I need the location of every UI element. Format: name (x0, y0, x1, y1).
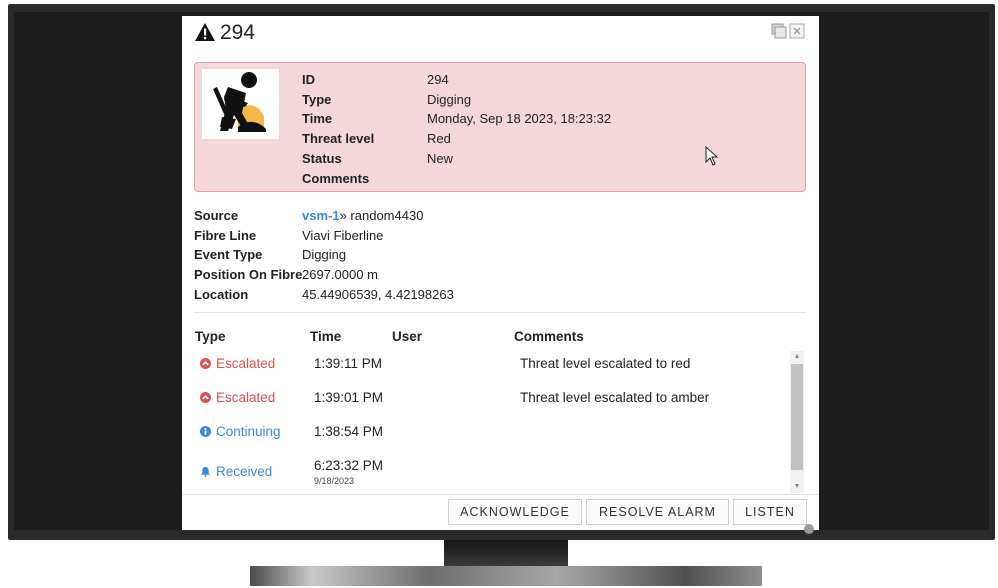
alarm-type-row: Type Digging (302, 90, 611, 110)
alarm-summary: ID 294 Type Digging Time Monday, Sep 18 … (194, 62, 806, 192)
detail-label: Source (194, 208, 239, 223)
log-type: Continuing (200, 424, 281, 439)
event-log-list[interactable]: Escalated 1:39:11 PM Threat level escala… (194, 351, 789, 493)
log-type: Escalated (200, 356, 275, 371)
log-time: 1:39:01 PM (314, 390, 384, 405)
alarm-threat-row: Threat level Red (302, 129, 611, 149)
alarm-info: ID 294 Type Digging Time Monday, Sep 18 … (302, 70, 611, 188)
field-value: New (427, 150, 454, 166)
field-value: Monday, Sep 18 2023, 18:23:32 (427, 111, 612, 127)
log-type-label: Continuing (216, 424, 281, 439)
close-icon[interactable] (789, 23, 805, 39)
fibre-line-row: Fibre Line Viavi Fiberline (194, 226, 454, 246)
info-circle-icon (200, 426, 211, 437)
field-label: Time (302, 111, 333, 127)
chevron-up-circle-icon (200, 358, 211, 369)
log-header-comments: Comments (514, 329, 584, 344)
field-label: ID (302, 72, 315, 87)
detail-label: Location (194, 286, 249, 302)
detail-label: Event Type (194, 247, 263, 263)
detail-value: 2697.0000 m (302, 267, 378, 283)
restore-window-icon[interactable] (771, 23, 787, 39)
log-date: 9/18/2023 (314, 476, 355, 486)
position-row: Position On Fibre 2697.0000 m (194, 265, 454, 285)
detail-value: Digging (302, 247, 347, 263)
detail-label: Position On Fibre (194, 267, 303, 283)
log-type-label: Escalated (216, 390, 276, 405)
log-header-type: Type (195, 329, 226, 344)
alarm-id-row: ID 294 (302, 70, 611, 90)
acknowledge-button[interactable]: ACKNOWLEDGE (448, 499, 582, 525)
scrollbar-thumb[interactable] (791, 364, 803, 470)
dialog-title: 294 (220, 21, 256, 44)
section-divider (194, 312, 806, 313)
log-time: 6:23:32 PM (314, 458, 384, 473)
alarm-time-row: Time Monday, Sep 18 2023, 18:23:32 (302, 109, 611, 129)
bell-icon (200, 466, 211, 477)
log-type: Received (200, 464, 272, 479)
log-type-label: Received (216, 464, 273, 479)
alarm-status-row: Status New (302, 149, 611, 169)
alarm-dialog: 294 ID 294 Type Digging Time Monday, Sep… (182, 16, 819, 530)
log-type-label: Escalated (216, 356, 276, 371)
warning-triangle-icon (195, 23, 215, 41)
digging-worker-icon (202, 69, 279, 139)
scroll-down-icon[interactable]: ▼ (790, 481, 804, 493)
log-type: Escalated (200, 390, 275, 405)
dialog-header: 294 (182, 16, 819, 56)
resize-handle[interactable] (804, 524, 814, 534)
field-value: Digging (427, 91, 472, 107)
detail-value: 45.44906539, 4.42198263 (302, 286, 454, 302)
resolve-alarm-button[interactable]: RESOLVE ALARM (586, 499, 729, 525)
alarm-details: Source vsm-1» random4430 Fibre Line Viav… (194, 206, 454, 305)
footer-divider (182, 494, 819, 495)
field-label: Comments (302, 170, 370, 186)
detail-label: Fibre Line (194, 227, 257, 243)
source-separator: » (339, 208, 347, 223)
monitor-stand-neck (444, 540, 568, 566)
log-scrollbar[interactable]: ▲ ▼ (790, 351, 804, 493)
monitor-stand-base (250, 566, 762, 586)
listen-button[interactable]: LISTEN (733, 499, 807, 525)
event-type-row: Event Type Digging (194, 245, 454, 265)
source-row: Source vsm-1» random4430 (194, 206, 454, 226)
scroll-up-icon[interactable]: ▲ (790, 351, 804, 363)
field-label: Threat level (302, 131, 375, 147)
log-header-time: Time (310, 329, 342, 344)
alarm-comments-row: Comments (302, 169, 611, 189)
log-comment: Threat level escalated to red (520, 356, 691, 371)
chevron-up-circle-icon (200, 392, 211, 403)
source-value: random4430 (346, 208, 424, 223)
field-value: 294 (427, 72, 449, 87)
log-time: 1:38:54 PM (314, 424, 384, 439)
location-row: Location 45.44906539, 4.42198263 (194, 285, 454, 305)
field-label: Status (302, 150, 342, 166)
source-link[interactable]: vsm-1 (302, 208, 340, 223)
field-value: Red (427, 131, 451, 147)
field-label: Type (302, 91, 332, 107)
log-comment: Threat level escalated to amber (520, 390, 710, 405)
detail-value: Viavi Fiberline (302, 227, 384, 243)
log-header-user: User (392, 329, 423, 344)
log-time: 1:39:11 PM (314, 356, 383, 371)
mouse-cursor-icon (705, 146, 719, 166)
